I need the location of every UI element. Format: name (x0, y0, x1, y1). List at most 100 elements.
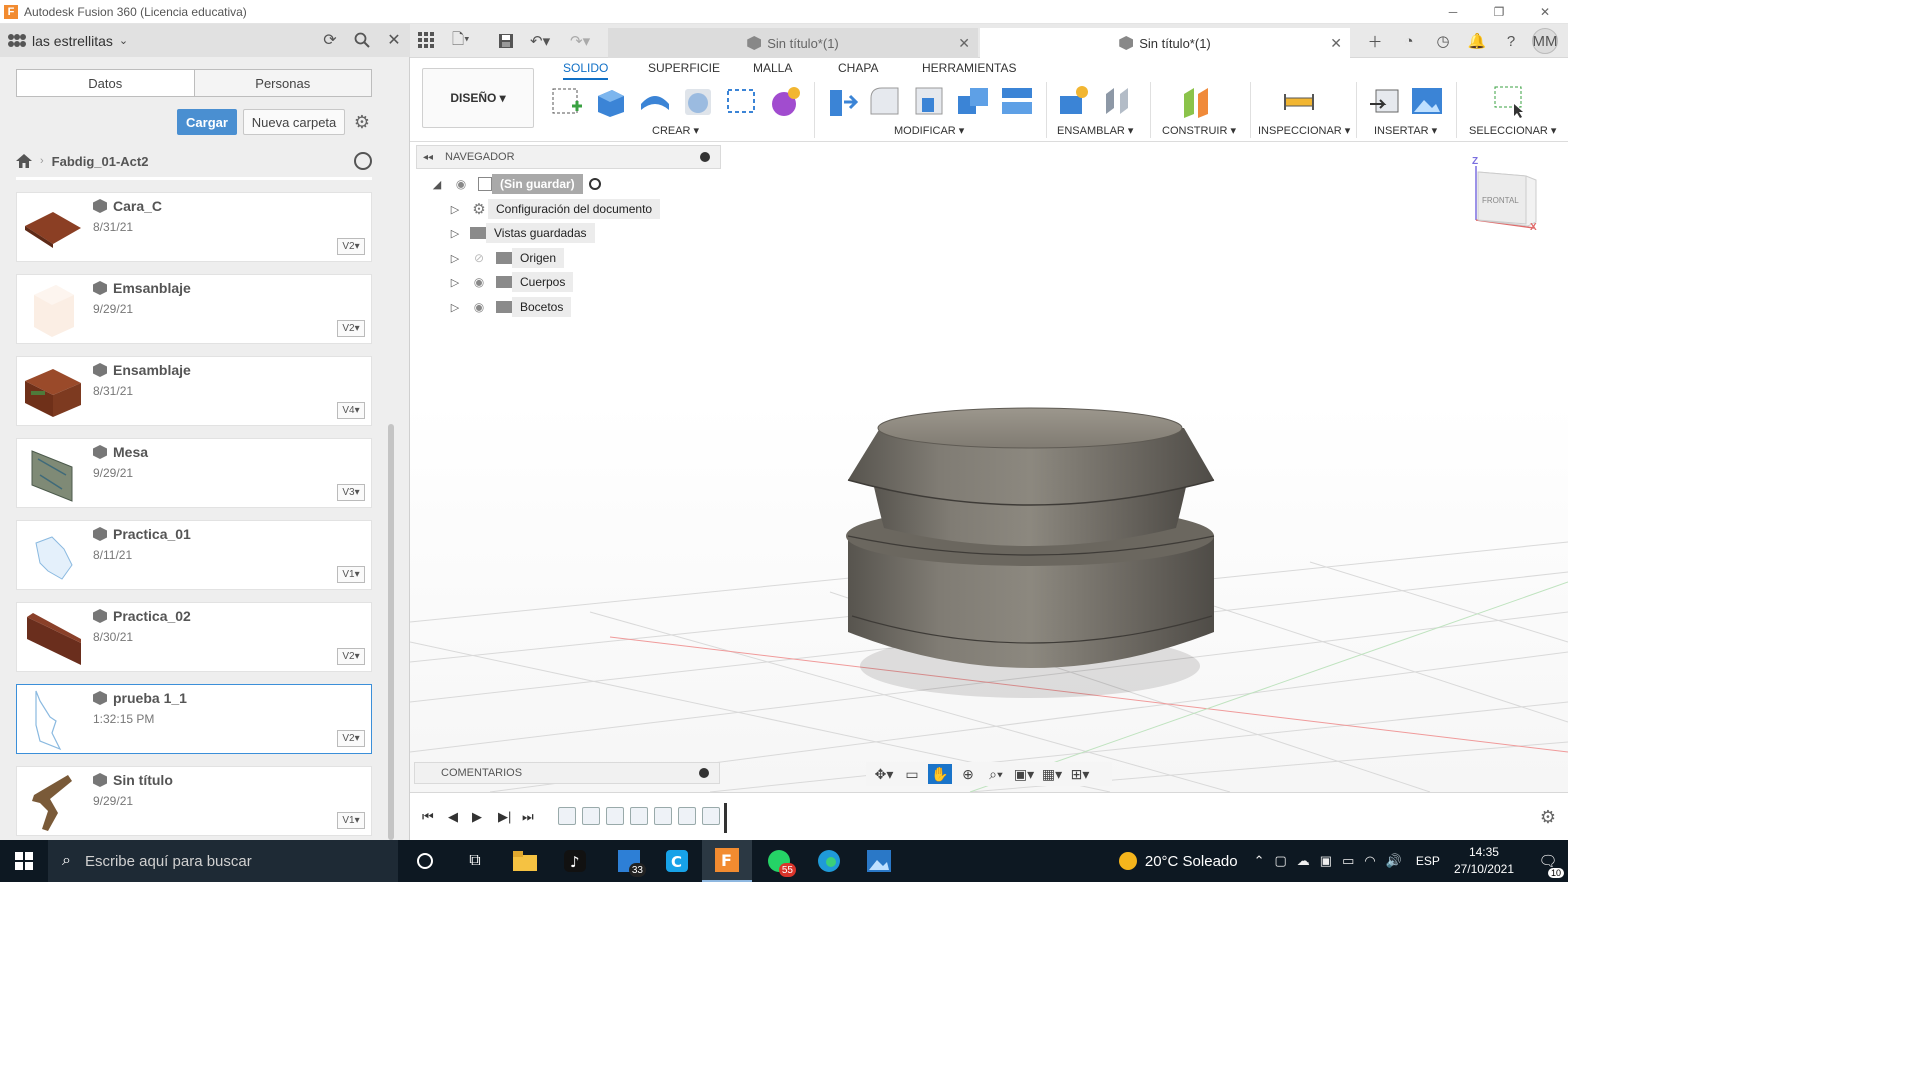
viewcube[interactable]: Z FRONTAL X (1470, 156, 1542, 234)
group-inspeccionar[interactable]: INSPECCIONAR ▾ (1258, 124, 1350, 137)
timeline-fillet-feature[interactable] (606, 807, 624, 825)
timeline-sketch-feature[interactable] (558, 807, 576, 825)
viewports-icon[interactable]: ⊞▾ (1068, 764, 1092, 784)
minimize-navigator-icon[interactable] (700, 152, 710, 162)
cortana-icon[interactable] (400, 840, 450, 882)
meet-now-icon[interactable]: ▢ (1275, 853, 1287, 869)
create-sketch-icon[interactable] (550, 84, 584, 118)
gear-icon[interactable]: ⚙ (352, 112, 372, 132)
windows-start-icon[interactable] (0, 840, 48, 882)
tab-solido[interactable]: SOLIDO (563, 61, 609, 80)
shell-icon[interactable] (912, 84, 946, 118)
chevron-down-icon[interactable]: ⌄ (119, 34, 128, 47)
store-icon[interactable]: 33 (604, 840, 654, 882)
version-badge[interactable]: V2▾ (337, 238, 365, 255)
taskbar-search-box[interactable]: ⌕ Escribe aquí para buscar (48, 840, 398, 882)
tree-item-bodies[interactable]: ▷ ◉ Cuerpos (448, 271, 574, 293)
edge-browser-icon[interactable] (804, 840, 854, 882)
group-ensamblar[interactable]: ENSAMBLAR ▾ (1057, 124, 1133, 137)
zoom-icon[interactable]: ⊕ (956, 764, 980, 784)
visibility-eye-icon[interactable]: ◉ (452, 177, 470, 191)
refresh-icon[interactable]: ⟳ (320, 30, 340, 50)
help-icon[interactable]: ? (1498, 28, 1524, 54)
whatsapp-icon[interactable]: 55 (754, 840, 804, 882)
insert-canvas-icon[interactable] (1410, 84, 1444, 118)
version-badge[interactable]: V1▾ (337, 812, 365, 829)
pan-hand-icon[interactable]: ✋ (928, 764, 952, 784)
new-tab-icon[interactable]: ＋ (1362, 28, 1388, 54)
sweep-icon[interactable] (682, 84, 716, 118)
version-badge[interactable]: V4▾ (337, 402, 365, 419)
tree-root[interactable]: ◢ ◉ (Sin guardar) (430, 173, 601, 195)
tree-item-origin[interactable]: ▷ ⊘ Origen (448, 247, 565, 269)
group-crear[interactable]: CREAR ▾ (652, 124, 699, 137)
expand-triangle-icon[interactable]: ▷ (448, 202, 462, 216)
file-card[interactable]: Practica_01 8/11/21 V1▾ (16, 520, 372, 590)
collapse-triangle-icon[interactable]: ◢ (430, 177, 444, 191)
workspace-switcher[interactable]: DISEÑO ▾ (422, 68, 534, 128)
expand-triangle-icon[interactable]: ▷ (448, 300, 462, 314)
fusion360-taskbar-icon[interactable]: F (702, 840, 752, 882)
timeline-fillet-feature[interactable] (630, 807, 648, 825)
tab-personas[interactable]: Personas (193, 70, 371, 96)
file-card[interactable]: Mesa 9/29/21 V3▾ (16, 438, 372, 508)
fillet-icon[interactable] (868, 84, 902, 118)
timeline-chamfer-feature[interactable] (702, 807, 720, 825)
undo-icon[interactable]: ↶▾ (530, 30, 550, 52)
tab-document-2-active[interactable]: Sin título*(1) ✕ (980, 28, 1350, 58)
file-list-scrollbar[interactable] (388, 424, 394, 840)
save-icon[interactable] (498, 30, 514, 52)
timeline-fillet-feature[interactable] (678, 807, 696, 825)
press-pull-icon[interactable] (824, 84, 859, 118)
extensions-icon[interactable]: ◔ (1396, 28, 1422, 54)
tree-item-document-settings[interactable]: ▷ ⚙ Configuración del documento (448, 198, 661, 220)
go-to-end-icon[interactable]: ⏭ (522, 809, 534, 825)
display-settings-icon[interactable]: ▣▾ (1012, 764, 1036, 784)
visibility-eye-icon[interactable]: ◉ (470, 275, 488, 289)
weather-widget[interactable]: 20°C Soleado (1118, 852, 1238, 870)
file-card-selected[interactable]: prueba 1_1 1:32:15 PM V2▾ (16, 684, 372, 754)
version-badge[interactable]: V2▾ (337, 648, 365, 665)
split-body-icon[interactable] (1000, 84, 1034, 118)
tab-herramientas[interactable]: HERRAMIENTAS (922, 61, 1016, 75)
apps-grid-icon[interactable] (418, 32, 434, 48)
tab-chapa[interactable]: CHAPA (838, 61, 878, 75)
group-seleccionar[interactable]: SELECCIONAR ▾ (1469, 124, 1556, 137)
expand-triangle-icon[interactable]: ▷ (448, 226, 462, 240)
user-avatar[interactable]: MM (1532, 28, 1558, 54)
tree-item-named-views[interactable]: ▷ Vistas guardadas (448, 222, 595, 244)
notification-center-icon[interactable]: 🗨 10 (1528, 840, 1568, 882)
file-card[interactable]: Emsanblaje 9/29/21 V2▾ (16, 274, 372, 344)
search-icon[interactable] (352, 30, 372, 50)
group-insertar[interactable]: INSERTAR ▾ (1374, 124, 1437, 137)
go-to-start-icon[interactable]: ⏮ (422, 809, 434, 825)
timeline-settings-gear-icon[interactable]: ⚙ (1540, 807, 1556, 828)
job-status-icon[interactable]: ◷ (1430, 28, 1456, 54)
battery-icon[interactable]: ▭ (1342, 853, 1354, 869)
tab-datos[interactable]: Datos (17, 70, 194, 96)
collapse-navigator-icon[interactable]: ◂◂ (423, 152, 433, 163)
version-badge[interactable]: V1▾ (337, 566, 365, 583)
tab-document-1[interactable]: Sin título*(1) ✕ (608, 28, 978, 58)
visibility-eye-icon[interactable]: ◉ (470, 300, 488, 314)
close-window-button[interactable]: ✕ (1522, 0, 1568, 24)
measure-icon[interactable] (1282, 84, 1316, 118)
expand-triangle-icon[interactable]: ▷ (448, 275, 462, 289)
tab-superficie[interactable]: SUPERFICIE (648, 61, 720, 75)
restore-button[interactable]: ❐ (1476, 0, 1522, 24)
orbit-icon[interactable]: ✥▾ (872, 764, 896, 784)
activate-radio-icon[interactable] (588, 178, 601, 190)
version-badge[interactable]: V3▾ (337, 484, 365, 501)
task-view-icon[interactable]: ⧉ (450, 840, 500, 882)
volume-icon[interactable]: 🔊 (1386, 853, 1402, 869)
timeline-marker[interactable] (724, 803, 727, 833)
fit-icon[interactable]: ⌕▾ (984, 764, 1008, 784)
group-construir[interactable]: CONSTRUIR ▾ (1162, 124, 1236, 137)
file-card[interactable]: Ensamblaje 8/31/21 V4▾ (16, 356, 372, 426)
file-card[interactable]: Cara_C 8/31/21 V2▾ (16, 192, 372, 262)
close-panel-icon[interactable]: ✕ (384, 30, 404, 50)
file-menu-icon[interactable]: 🗋▾ (452, 30, 470, 52)
add-comment-icon[interactable] (699, 768, 709, 778)
form-icon[interactable] (768, 84, 802, 118)
expand-triangle-icon[interactable]: ▷ (448, 251, 462, 265)
